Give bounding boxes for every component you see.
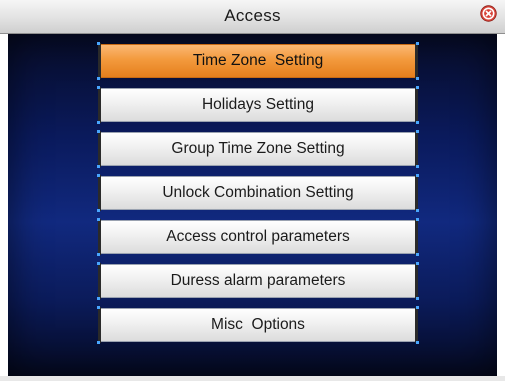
corner-dot	[97, 218, 100, 221]
menu-item-group-time-zone-setting[interactable]: Group Time Zone Setting	[97, 130, 419, 168]
right-edge	[415, 87, 418, 123]
corner-dot	[97, 262, 100, 265]
menu-item-label: Unlock Combination Setting	[162, 184, 354, 201]
left-edge	[98, 307, 101, 343]
right-edge	[415, 307, 418, 343]
left-edge	[98, 175, 101, 211]
corner-dot	[416, 130, 419, 133]
menu-panel: Time Zone Setting Holidays Setting Group…	[8, 34, 497, 376]
corner-dot	[416, 262, 419, 265]
access-screen: Access Time Zone Setting Holidays Settin…	[0, 0, 505, 381]
window-title: Access	[224, 6, 281, 25]
title-bar: Access	[0, 0, 505, 34]
corner-dot	[416, 253, 419, 256]
bottom-bar	[0, 376, 505, 381]
corner-dot	[97, 121, 100, 124]
left-edge	[98, 87, 101, 123]
menu-item-unlock-combination-setting[interactable]: Unlock Combination Setting	[97, 174, 419, 212]
corner-dot	[97, 174, 100, 177]
corner-dot	[416, 297, 419, 300]
corner-dot	[416, 121, 419, 124]
corner-dot	[97, 297, 100, 300]
left-edge	[98, 263, 101, 299]
menu-item-label: Access control parameters	[166, 228, 350, 245]
corner-dot	[416, 86, 419, 89]
corner-dot	[416, 218, 419, 221]
corner-dot	[97, 306, 100, 309]
corner-dot	[97, 130, 100, 133]
right-edge	[415, 175, 418, 211]
corner-dot	[416, 174, 419, 177]
corner-dot	[97, 341, 100, 344]
corner-dot	[416, 306, 419, 309]
menu-item-label: Time Zone Setting	[192, 52, 324, 69]
menu-item-time-zone-setting[interactable]: Time Zone Setting	[97, 42, 419, 80]
right-edge	[415, 219, 418, 255]
corner-dot	[97, 42, 100, 45]
menu-item-label: Duress alarm parameters	[170, 272, 346, 289]
access-menu: Time Zone Setting Holidays Setting Group…	[97, 42, 419, 352]
corner-dot	[97, 77, 100, 80]
corner-dot	[416, 165, 419, 168]
menu-item-misc-options[interactable]: Misc Options	[97, 306, 419, 344]
menu-item-label: Misc Options	[211, 316, 305, 333]
right-edge	[415, 131, 418, 167]
menu-item-label: Holidays Setting	[201, 96, 314, 113]
left-edge	[98, 131, 101, 167]
right-edge	[415, 43, 418, 79]
menu-item-label: Group Time Zone Setting	[171, 140, 345, 157]
corner-dot	[416, 42, 419, 45]
corner-dot	[416, 209, 419, 212]
corner-dot	[416, 341, 419, 344]
corner-dot	[97, 209, 100, 212]
left-edge	[98, 219, 101, 255]
menu-item-access-control-parameters[interactable]: Access control parameters	[97, 218, 419, 256]
menu-item-duress-alarm-parameters[interactable]: Duress alarm parameters	[97, 262, 419, 300]
corner-dot	[97, 86, 100, 89]
corner-dot	[97, 165, 100, 168]
left-edge	[98, 43, 101, 79]
close-icon[interactable]	[480, 5, 497, 22]
menu-item-holidays-setting[interactable]: Holidays Setting	[97, 86, 419, 124]
right-edge	[415, 263, 418, 299]
corner-dot	[416, 77, 419, 80]
corner-dot	[97, 253, 100, 256]
